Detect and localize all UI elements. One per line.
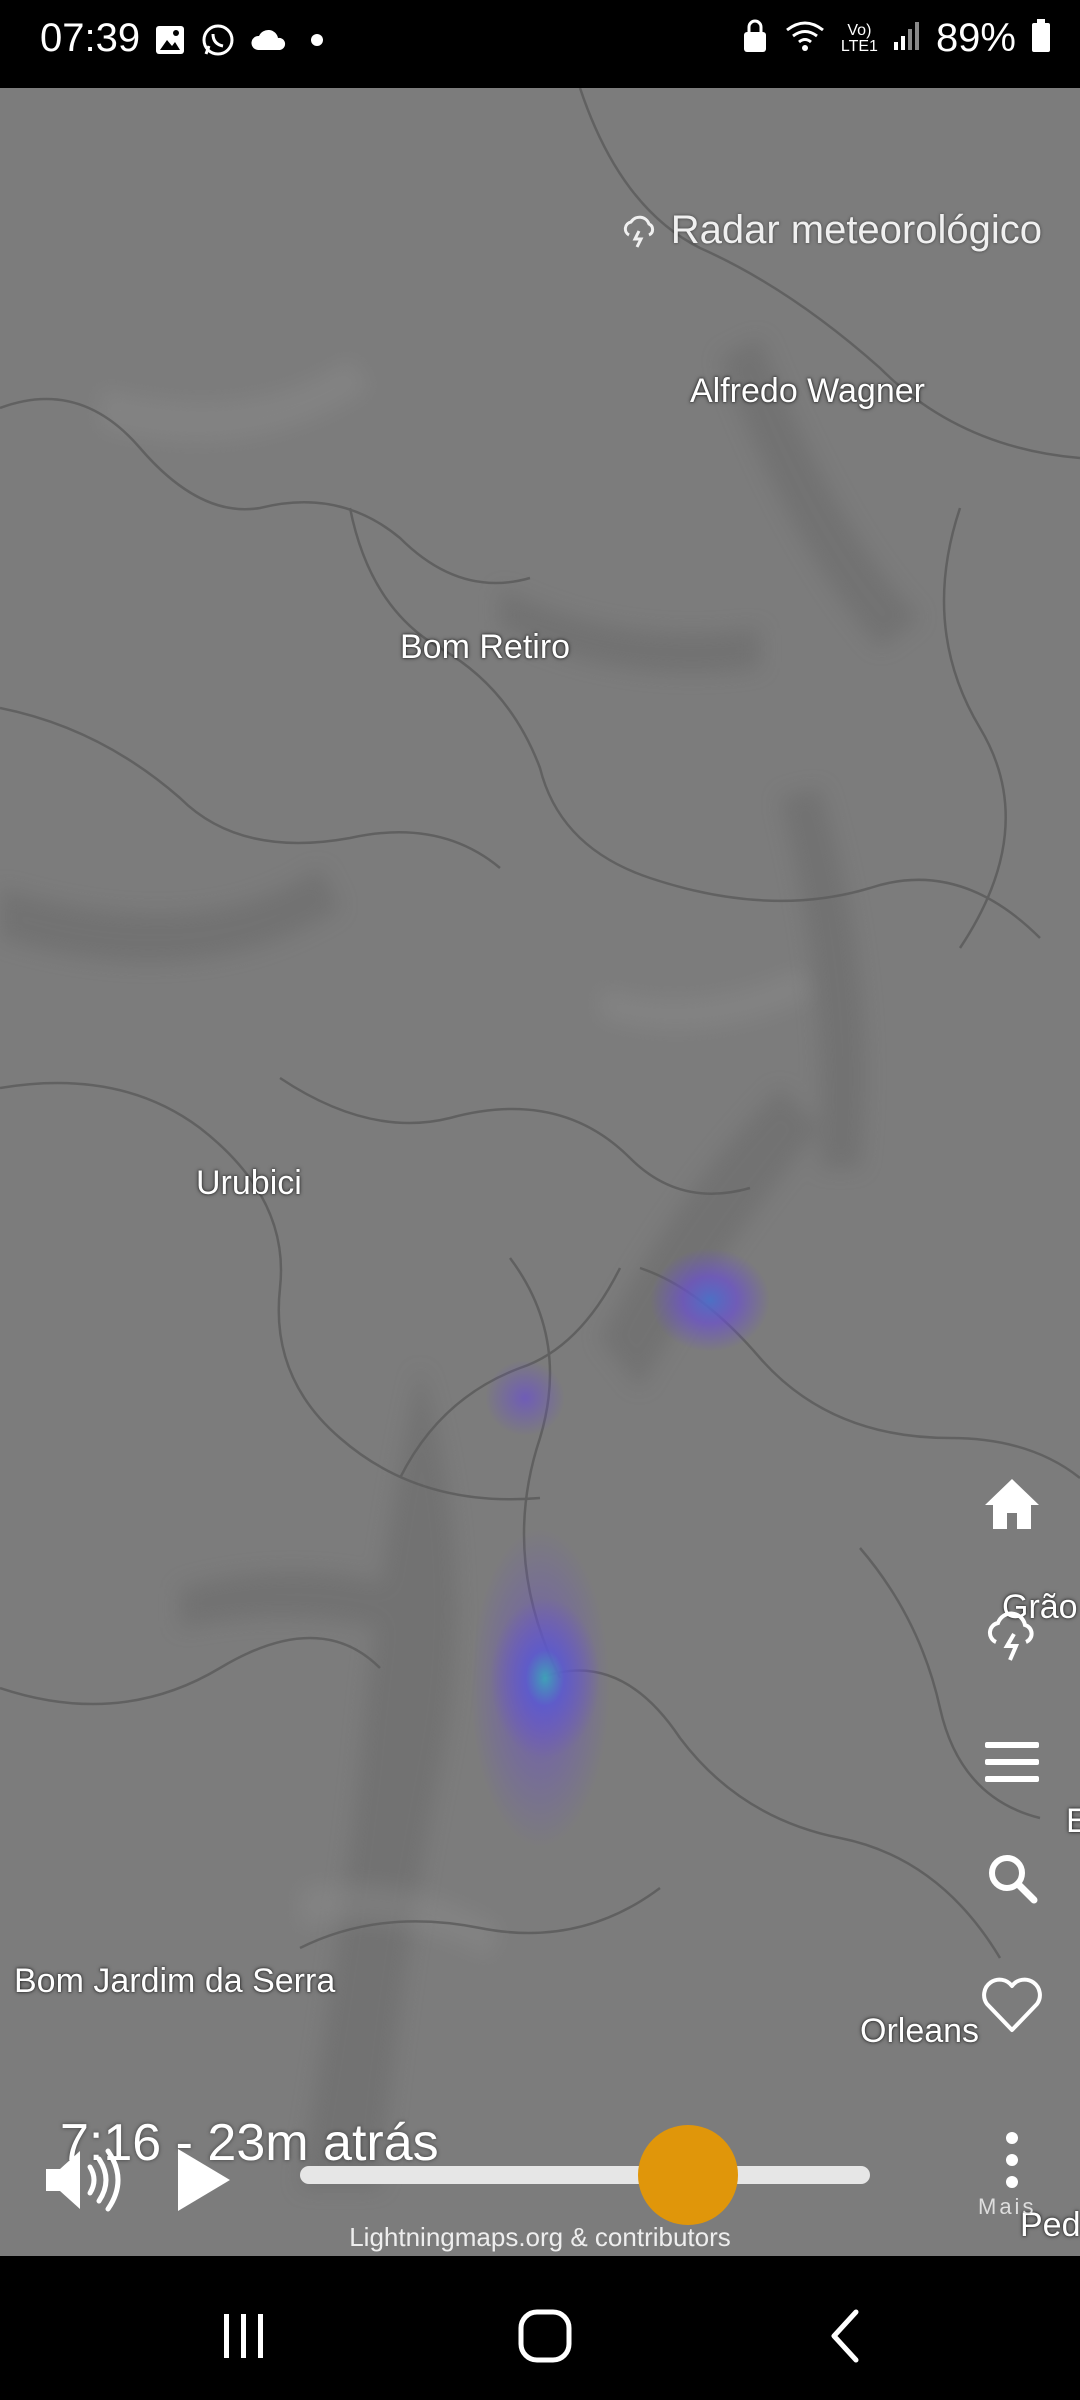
back-button[interactable]: [806, 2296, 886, 2376]
home-icon: [985, 1479, 1039, 1529]
home-nav-button[interactable]: [505, 2296, 585, 2376]
radar-cell-northeast: [650, 1248, 770, 1352]
radar-cell-south-core: [490, 1598, 600, 1758]
lightning-layer-icon: [987, 1611, 1034, 1661]
place-label-bom-retiro: Bom Retiro: [400, 628, 571, 666]
more-label: Mais: [978, 2194, 1037, 2219]
signal-icon: [892, 20, 922, 57]
radar-cell-center: [485, 1360, 565, 1436]
battery-percent: 89%: [935, 16, 1016, 60]
speaker-volume-icon: [46, 2148, 121, 2212]
weather-map[interactable]: Radar meteorológico Alfredo Wagner Bom R…: [0, 88, 1080, 2256]
timeline-slider-thumb[interactable]: [637, 2125, 738, 2225]
recent-apps-icon: [224, 2314, 263, 2358]
more-vertical-icon: [1006, 2132, 1018, 2188]
back-icon: [831, 2309, 859, 2363]
more-button[interactable]: [976, 2130, 1048, 2190]
place-label-orleans: Orleans: [860, 2012, 980, 2050]
place-label-urubici: Urubici: [196, 1164, 302, 1202]
gallery-icon: [154, 24, 186, 61]
status-bar: 07:39 Vo) LTE1 89%: [0, 0, 1080, 88]
wifi-icon: [783, 18, 827, 59]
play-icon: [178, 2149, 230, 2211]
search-button[interactable]: [976, 1842, 1048, 1914]
recent-apps-button[interactable]: [204, 2296, 284, 2376]
timeline-slider-track[interactable]: [300, 2166, 870, 2184]
place-label-alfredo-wagner: Alfredo Wagner: [690, 372, 925, 410]
sound-button[interactable]: [44, 2140, 124, 2220]
cloud-icon: [250, 26, 288, 59]
status-time: 07:39: [40, 16, 141, 60]
system-navigation-bar: [0, 2256, 1080, 2400]
place-label-partial-e: E: [1066, 1802, 1080, 1840]
cloud-lightning-icon: [623, 215, 654, 248]
home-nav-icon: [518, 2309, 572, 2363]
lock-icon: [741, 18, 769, 59]
search-icon: [989, 1855, 1038, 1904]
lightning-layer-button[interactable]: [976, 1598, 1048, 1670]
terrain-layer: [0, 88, 1080, 2256]
battery-icon: [1030, 18, 1052, 59]
favorite-button[interactable]: [976, 1968, 1048, 2040]
radar-layer-label: Radar meteorológico: [670, 208, 1042, 252]
menu-button[interactable]: [976, 1726, 1048, 1798]
map-attribution[interactable]: Lightningmaps.org & contributors: [0, 2222, 1080, 2253]
place-label-bom-jardim-da-serra: Bom Jardim da Serra: [14, 1962, 336, 2000]
dot-icon: [302, 25, 332, 60]
volte-icon: Vo) LTE1: [840, 21, 878, 55]
play-button[interactable]: [164, 2140, 244, 2220]
radar-layer-title[interactable]: Radar meteorológico: [619, 208, 1042, 253]
favorite-icon: [982, 1977, 1042, 2032]
menu-icon: [985, 1742, 1039, 1782]
home-button[interactable]: [976, 1468, 1048, 1540]
whatsapp-icon: [200, 22, 236, 63]
